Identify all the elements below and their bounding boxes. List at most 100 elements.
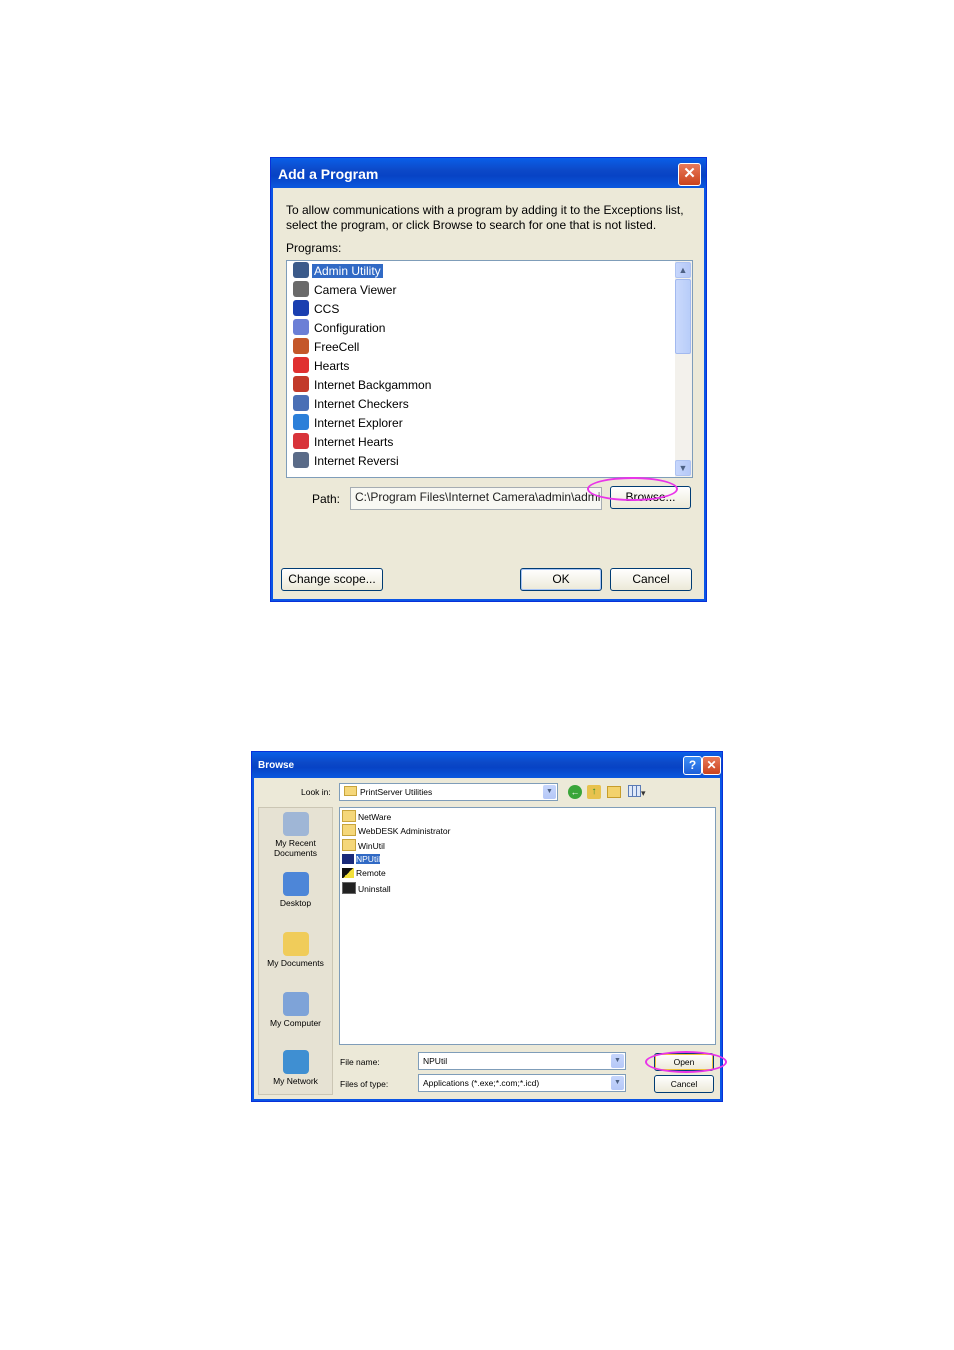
up-folder-icon: ↑ [591, 786, 597, 797]
folder-icon [342, 838, 356, 851]
my-computer-icon [282, 992, 309, 1016]
program-list-item[interactable]: Camera Viewer [293, 281, 398, 300]
back-button[interactable]: ← [568, 785, 582, 799]
uninstall-app-icon [342, 881, 356, 894]
places-item[interactable]: My Recent Documents [258, 812, 333, 858]
internet-explorer-icon [293, 414, 309, 430]
places-item[interactable]: Desktop [258, 872, 333, 908]
file-list-item[interactable]: WebDESK Administrator [342, 824, 450, 837]
help-icon: ? [688, 758, 697, 772]
program-list-item[interactable]: Configuration [293, 319, 387, 338]
browse-cancel-button[interactable]: Cancel [654, 1075, 714, 1093]
program-name: Internet Hearts [314, 435, 394, 449]
program-name: Hearts [314, 359, 350, 373]
file-list[interactable]: NetWare WebDESK Administrator WinUtil NPUti… [339, 807, 716, 1045]
browse-close-button[interactable]: ✕ [702, 756, 721, 775]
remote-app-icon [342, 868, 354, 879]
chevron-down-icon[interactable]: ▼ [611, 1076, 624, 1090]
add-program-description: To allow communications with a program b… [286, 203, 684, 232]
places-item-label: Desktop [279, 898, 312, 908]
path-field[interactable]: C:\Program Files\Internet Camera\admin\a… [350, 487, 602, 510]
file-name-field[interactable]: NPUtil ▼ [418, 1052, 626, 1070]
scroll-up-button[interactable]: ▲ [675, 262, 691, 278]
places-item-label: My Documents [267, 958, 324, 968]
path-label: Path: [312, 492, 341, 506]
my-documents-icon [282, 932, 309, 956]
reversi-icon [293, 452, 309, 468]
program-name: Internet Backgammon [314, 378, 432, 392]
file-list-item[interactable]: Remote [342, 867, 386, 880]
program-list-item[interactable]: Internet Hearts [293, 433, 395, 452]
look-in-label: Look in: [301, 787, 331, 797]
program-name: Internet Reversi [314, 454, 399, 468]
program-name: Internet Checkers [314, 397, 409, 411]
help-button[interactable]: ? [683, 756, 702, 775]
close-button[interactable]: ✕ [678, 163, 701, 186]
program-list-item[interactable]: CCS [293, 300, 341, 319]
programs-list[interactable]: Admin Utility Camera Viewer CCS Configurati… [286, 260, 693, 478]
browse-cancel-label: Cancel [670, 1079, 698, 1089]
file-name-label: File name: [340, 1057, 380, 1067]
places-item-label: My Network [273, 1076, 318, 1086]
programs-label: Programs: [286, 241, 342, 255]
places-item[interactable]: My Computer [258, 992, 333, 1028]
internet-hearts-icon [293, 433, 309, 449]
hearts-icon [293, 357, 309, 373]
desktop-icon [282, 872, 309, 896]
file-type-combo[interactable]: Applications (*.exe;*.com;*.icd) ▼ [418, 1074, 626, 1092]
file-list-item[interactable]: Uninstall [342, 881, 391, 895]
backgammon-icon [293, 376, 309, 392]
ok-button[interactable]: OK [520, 568, 602, 591]
change-scope-label: Change scope... [288, 572, 376, 586]
browse-highlight-ellipse [587, 477, 678, 501]
program-list-item[interactable]: Internet Explorer [293, 414, 405, 433]
add-program-titlebar[interactable]: Add a Program ✕ [271, 158, 706, 188]
program-list-item[interactable]: Internet Checkers [293, 395, 411, 414]
file-name: NPUtil [356, 853, 381, 864]
folder-icon [342, 810, 356, 822]
scroll-down-button[interactable]: ▼ [675, 460, 691, 476]
chevron-down-icon[interactable]: ▼ [543, 785, 556, 799]
my-network-icon [282, 1050, 309, 1074]
browse-titlebar[interactable]: Browse ? ✕ [252, 752, 722, 778]
checkers-icon [293, 395, 309, 411]
up-folder-button[interactable]: ↑ [587, 785, 601, 799]
chevron-down-icon[interactable]: ▼ [611, 1054, 624, 1068]
new-folder-button[interactable] [607, 786, 621, 798]
view-menu-button[interactable]: ▾ [628, 785, 648, 799]
file-name: WinUtil [358, 840, 385, 851]
cancel-button[interactable]: Cancel [610, 568, 692, 591]
file-name-value: NPUtil [423, 1056, 448, 1066]
places-item[interactable]: My Documents [258, 932, 333, 968]
browse-dialog: Browse ? ✕ Look in: PrintServer Utilitie… [251, 751, 723, 1102]
program-name: Configuration [314, 321, 386, 335]
program-list-item[interactable]: Internet Reversi [293, 452, 401, 471]
file-list-item[interactable]: NPUtil [342, 853, 381, 866]
file-type-label: Files of type: [340, 1079, 389, 1089]
browse-title: Browse [258, 760, 295, 771]
program-list-item[interactable]: Hearts [293, 357, 351, 376]
ccs-icon [293, 300, 309, 316]
file-name: WebDESK Administrator [358, 826, 451, 837]
programs-scrollbar[interactable]: ▲ ▼ [675, 261, 692, 477]
scroll-thumb[interactable] [675, 279, 691, 354]
program-name: Admin Utility [312, 264, 383, 278]
program-name: Camera Viewer [314, 283, 397, 297]
places-item-label: My Recent Documents [274, 838, 317, 858]
recent-documents-icon [282, 812, 309, 836]
close-icon: ✕ [683, 165, 696, 182]
program-list-item[interactable]: FreeCell [293, 338, 361, 357]
look-in-combo[interactable]: PrintServer Utilities ▼ [339, 783, 558, 801]
view-menu-icon [628, 785, 641, 797]
places-item[interactable]: My Network [258, 1050, 333, 1086]
close-icon: ✕ [706, 758, 717, 772]
cancel-label: Cancel [632, 572, 670, 586]
change-scope-button[interactable]: Change scope... [281, 568, 383, 591]
configuration-icon [293, 319, 309, 335]
file-list-item[interactable]: WinUtil [342, 838, 385, 852]
program-name: Internet Explorer [314, 416, 403, 430]
program-list-item[interactable]: Internet Backgammon [293, 376, 433, 395]
program-list-item[interactable]: Admin Utility [293, 262, 383, 281]
ok-label: OK [552, 572, 570, 586]
file-list-item[interactable]: NetWare [342, 810, 391, 823]
